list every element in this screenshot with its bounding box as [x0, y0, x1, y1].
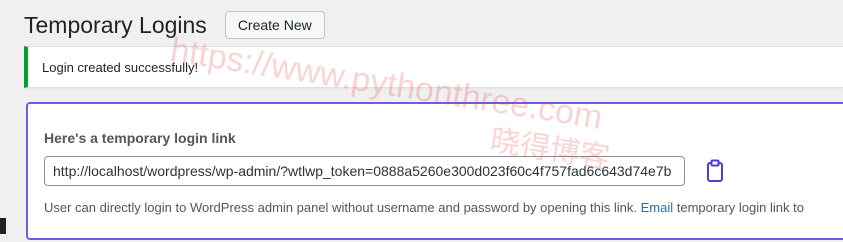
- success-notice: Login created successfully!: [24, 46, 843, 88]
- page-title: Temporary Logins: [24, 12, 207, 38]
- help-text-main: User can directly login to WordPress adm…: [44, 200, 641, 215]
- help-text-after: temporary login link to: [673, 200, 804, 215]
- create-new-button[interactable]: Create New: [224, 11, 325, 39]
- clipboard-icon: [704, 159, 726, 183]
- panel-heading: Here's a temporary login link: [44, 130, 236, 146]
- admin-menu-edge: [0, 0, 9, 242]
- email-link[interactable]: Email: [641, 200, 674, 215]
- admin-menu-edge-mark: [0, 218, 6, 234]
- login-link-input[interactable]: [44, 156, 685, 186]
- notice-message: Login created successfully!: [42, 59, 199, 75]
- temporary-login-link-panel: Here's a temporary login link User can d…: [26, 102, 843, 240]
- page-header: Temporary Logins Create New: [24, 10, 325, 40]
- copy-link-button[interactable]: [704, 159, 726, 183]
- help-text: User can directly login to WordPress adm…: [44, 200, 804, 215]
- page-content: Temporary Logins Create New Login create…: [24, 0, 843, 242]
